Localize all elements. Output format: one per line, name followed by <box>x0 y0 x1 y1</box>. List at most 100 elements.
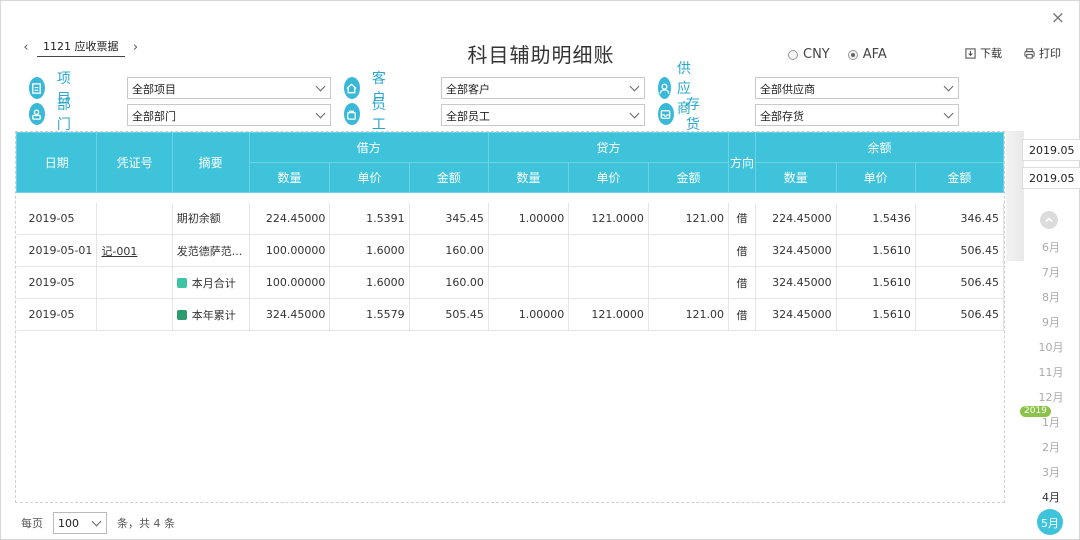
currency-radio-cny[interactable] <box>788 49 798 60</box>
filter-label-inventory: 存货 <box>685 97 700 133</box>
cell-date: 2019-05 <box>16 298 98 331</box>
col-group-balance: 余额 <box>754 132 1005 163</box>
customer-select[interactable]: 全部客户 <box>441 77 645 99</box>
chevron-down-icon <box>629 81 640 92</box>
month-item[interactable]: 8月 <box>1032 289 1070 305</box>
modal-window: × ‹ 1121 应收票据 › 科目辅助明细账 CNY AFA 下载 打印 项目… <box>0 0 1080 540</box>
col-balance-price: 单价 <box>835 162 916 193</box>
col-balance-amount: 金额 <box>914 162 1005 193</box>
currency-label-afa[interactable]: AFA <box>863 47 887 62</box>
cell-summary: 期初余额 <box>172 202 250 235</box>
table-row[interactable]: 2019-05 本年累计 324.45000 1.5579 505.45 1.0… <box>16 298 1005 331</box>
print-button[interactable]: 打印 <box>1024 45 1061 61</box>
customer-select-value: 全部客户 <box>446 83 490 96</box>
table-row[interactable]: 2019-05 期初余额 224.45000 1.5391 345.45 1.0… <box>16 202 1005 235</box>
filter-department: 部门 <box>29 97 77 133</box>
employee-select[interactable]: 全部员工 <box>441 104 645 126</box>
month-item[interactable]: 4月 <box>1032 489 1070 505</box>
table-row[interactable]: 2019-05-01 记-001 发范德萨范... 100.00000 1.60… <box>16 234 1005 267</box>
cell-credit-qty: 1.00000 <box>488 202 570 235</box>
total-count-text: 条，共 4 条 <box>117 517 175 530</box>
cell-credit-qty: 1.00000 <box>488 298 570 331</box>
period-end[interactable]: 2019.05 <box>1022 167 1080 189</box>
currency-label-cny[interactable]: CNY <box>803 47 830 62</box>
cell-debit-qty: 100.00000 <box>249 234 331 267</box>
project-select-value: 全部项目 <box>132 83 176 96</box>
cell-summary-year-total: 本年累计 <box>172 298 250 331</box>
currency-radio-afa[interactable] <box>847 49 858 60</box>
department-select[interactable]: 全部部门 <box>127 104 331 126</box>
cell-balance-qty: 324.45000 <box>755 298 837 331</box>
project-select[interactable]: 全部项目 <box>127 77 331 99</box>
voucher-link-text[interactable]: 记-001 <box>101 245 137 258</box>
close-button[interactable]: × <box>1051 8 1065 28</box>
filter-label-employee: 员工 <box>371 97 386 133</box>
inventory-select[interactable]: 全部存货 <box>755 104 959 126</box>
cell-credit-amount: 121.00 <box>648 298 730 331</box>
supplier-select-value: 全部供应商 <box>760 83 815 96</box>
filter-inventory: 存货 <box>658 97 706 133</box>
chevron-down-icon <box>943 81 954 92</box>
chevron-down-icon <box>943 108 954 119</box>
month-item[interactable]: 7月 <box>1032 264 1070 280</box>
col-balance-qty: 数量 <box>754 162 837 193</box>
col-group-debit: 借方 <box>248 132 489 163</box>
cell-debit-amount: 505.45 <box>409 298 489 331</box>
scroll-up-button[interactable] <box>1040 211 1058 229</box>
pagination-bar: 每页 100 条，共 4 条 <box>21 512 175 534</box>
period-start[interactable]: 2019.05 <box>1022 139 1080 161</box>
cell-credit-amount <box>648 234 730 267</box>
cell-debit-amount: 160.00 <box>409 266 489 299</box>
cell-balance-price: 1.5436 <box>836 202 916 235</box>
calculator-icon <box>176 309 187 320</box>
page-size-select[interactable]: 100 <box>53 512 107 534</box>
supplier-select[interactable]: 全部供应商 <box>755 77 959 99</box>
toolbar: 下载 打印 <box>965 45 1061 61</box>
table-row[interactable]: 2019-05 本月合计 100.00000 1.6000 160.00 借 3… <box>16 266 1005 299</box>
cell-debit-qty: 100.00000 <box>249 266 331 299</box>
user-icon <box>658 77 671 99</box>
month-item[interactable]: 2月 <box>1032 439 1070 455</box>
download-button[interactable]: 下载 <box>965 45 1002 61</box>
summary-text: 本年累计 <box>191 308 236 322</box>
bag-icon <box>344 103 360 125</box>
month-item[interactable]: 1月 <box>1032 414 1070 430</box>
currency-switch: CNY AFA <box>788 47 905 62</box>
cell-balance-amount: 346.45 <box>915 202 1005 235</box>
download-label: 下载 <box>980 47 1002 60</box>
cell-debit-price: 1.5579 <box>329 298 410 331</box>
month-item[interactable]: 12月 <box>1032 389 1070 405</box>
cell-direction: 借 <box>728 234 756 267</box>
inbox-icon <box>658 103 674 125</box>
page-size-value: 100 <box>58 517 79 530</box>
cell-credit-amount <box>648 266 730 299</box>
cell-balance-qty: 224.45000 <box>755 202 837 235</box>
cell-date: 2019-05 <box>16 266 98 299</box>
col-credit-qty: 数量 <box>487 162 570 193</box>
chevron-down-icon <box>91 516 102 527</box>
col-summary: 摘要 <box>171 132 250 193</box>
col-direction: 方向 <box>728 132 756 193</box>
cell-credit-price <box>568 266 649 299</box>
cell-summary-month-total: 本月合计 <box>172 266 250 299</box>
cell-summary: 发范德萨范... <box>172 234 250 267</box>
period-panel: 2019.05 2019.05 6月 7月 8月 9月 10月 11月 12月 … <box>1006 131 1080 540</box>
page-title: 科目辅助明细账 <box>467 43 615 67</box>
month-item[interactable]: 9月 <box>1032 314 1070 330</box>
cell-balance-price: 1.5610 <box>836 266 916 299</box>
month-item[interactable]: 10月 <box>1032 339 1070 355</box>
month-item-active[interactable]: 5月 <box>1037 509 1063 535</box>
month-item[interactable]: 6月 <box>1032 239 1070 255</box>
cell-credit-amount: 121.00 <box>648 202 730 235</box>
month-item[interactable]: 3月 <box>1032 464 1070 480</box>
cell-credit-qty <box>488 234 570 267</box>
cell-debit-price: 1.6000 <box>329 266 410 299</box>
col-credit-amount: 金额 <box>647 162 730 193</box>
cell-debit-qty: 224.45000 <box>249 202 331 235</box>
cell-debit-amount: 345.45 <box>409 202 489 235</box>
voucher-link[interactable]: 记-001 <box>96 234 173 267</box>
month-item[interactable]: 11月 <box>1032 364 1070 380</box>
cell-credit-price: 121.0000 <box>568 298 649 331</box>
cell-balance-price: 1.5610 <box>836 298 916 331</box>
download-icon <box>965 47 976 59</box>
